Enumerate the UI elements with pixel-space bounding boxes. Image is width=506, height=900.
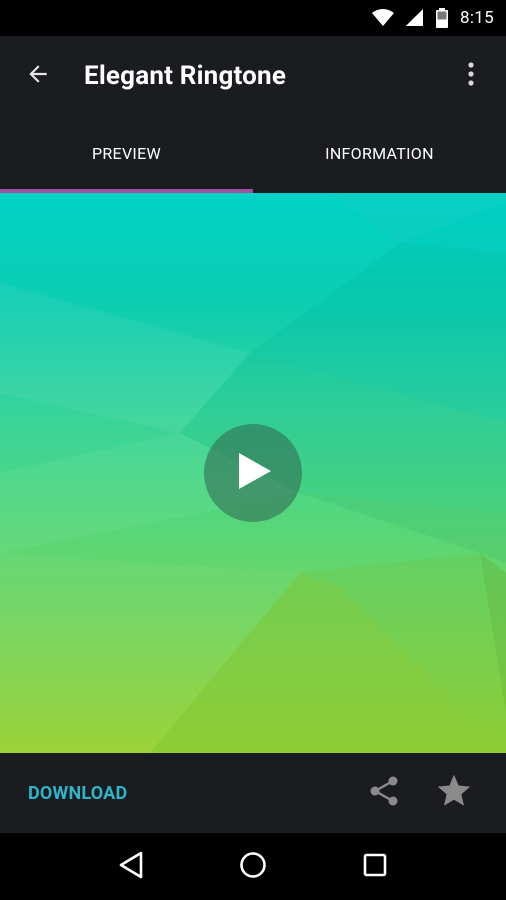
nav-back-button[interactable] — [106, 842, 156, 892]
nav-recents-button[interactable] — [350, 842, 400, 892]
recents-square-icon — [363, 853, 387, 881]
overflow-menu-button[interactable] — [436, 36, 506, 116]
clock: 8:15 — [460, 8, 494, 28]
more-vert-icon — [467, 61, 475, 91]
arrow-back-icon — [25, 61, 51, 91]
tab-information[interactable]: INFORMATION — [253, 116, 506, 193]
preview-artwork — [0, 193, 506, 753]
action-bar: DOWNLOAD — [0, 753, 506, 833]
download-button[interactable]: DOWNLOAD — [28, 783, 364, 804]
favorite-button[interactable] — [434, 773, 474, 813]
tab-label: INFORMATION — [325, 144, 434, 163]
tab-bar: PREVIEW INFORMATION — [0, 116, 506, 193]
play-button[interactable] — [204, 424, 302, 522]
system-nav-bar — [0, 833, 506, 900]
page-title: Elegant Ringtone — [84, 61, 287, 91]
cell-signal-icon — [406, 9, 424, 27]
back-button[interactable] — [0, 36, 76, 116]
share-icon — [369, 775, 399, 811]
battery-icon — [436, 8, 449, 28]
back-triangle-icon — [118, 851, 144, 883]
home-circle-icon — [239, 851, 267, 883]
wifi-icon — [372, 9, 395, 27]
play-icon — [233, 449, 273, 497]
tab-label: PREVIEW — [92, 144, 161, 163]
app-bar: Elegant Ringtone — [0, 36, 506, 116]
status-bar: 8:15 — [0, 0, 506, 36]
tab-preview[interactable]: PREVIEW — [0, 116, 253, 193]
star-icon — [436, 774, 472, 812]
nav-home-button[interactable] — [228, 842, 278, 892]
share-button[interactable] — [364, 773, 404, 813]
